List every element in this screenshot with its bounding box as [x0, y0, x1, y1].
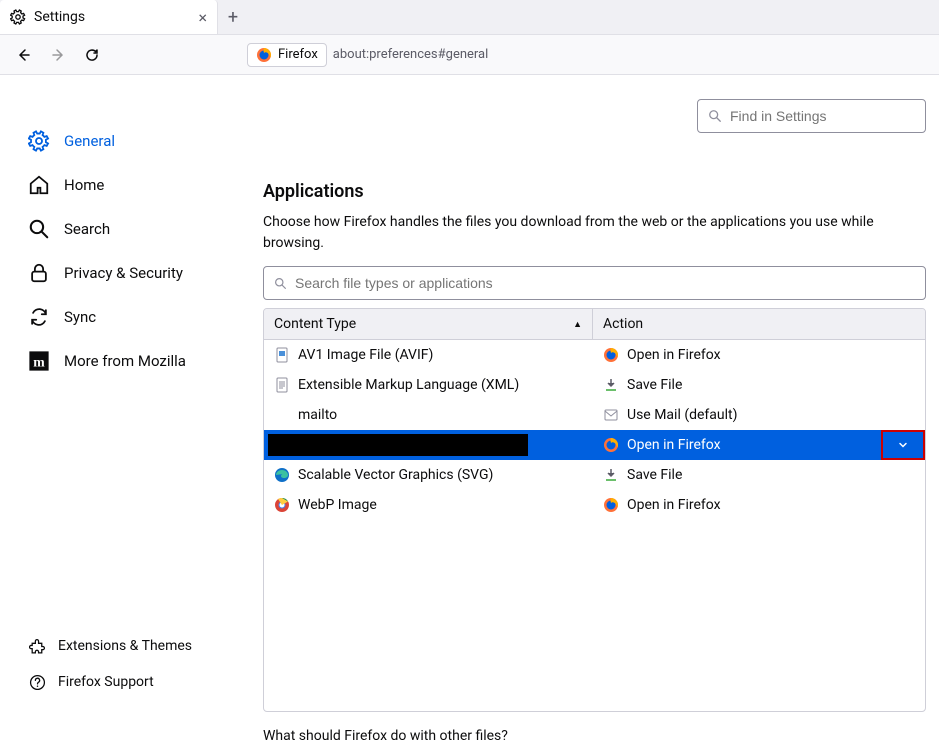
content-type-label: Scalable Vector Graphics (SVG)	[298, 467, 493, 483]
table-row[interactable]: Open in Firefox	[264, 430, 925, 460]
table-row[interactable]: mailto Use Mail (default)	[264, 400, 925, 430]
content-type-label: AV1 Image File (AVIF)	[298, 347, 433, 363]
column-header-action[interactable]: Action	[593, 309, 925, 339]
sort-ascending-icon: ▲	[573, 319, 582, 330]
action-label: Use Mail (default)	[627, 407, 738, 423]
search-icon	[28, 218, 50, 240]
edge-icon	[274, 467, 290, 483]
lock-icon	[28, 262, 50, 284]
search-icon	[274, 277, 287, 290]
table-row[interactable]: Extensible Markup Language (XML) Save Fi…	[264, 370, 925, 400]
find-in-settings[interactable]	[697, 99, 926, 133]
table-row[interactable]: WebP Image Open in Firefox	[264, 490, 925, 520]
applications-section: Applications Choose how Firefox handles …	[263, 181, 926, 747]
mail-icon	[603, 407, 619, 423]
sidebar-item-privacy[interactable]: Privacy & Security	[14, 252, 247, 294]
firefox-icon	[603, 347, 619, 363]
main: Applications Choose how Firefox handles …	[247, 75, 939, 723]
table-body: AV1 Image File (AVIF) Open in Firefox Ex…	[264, 340, 925, 520]
action-label: Save File	[627, 377, 682, 393]
help-icon	[28, 673, 46, 691]
identity-box[interactable]: Firefox	[247, 43, 327, 67]
column-label: Action	[603, 316, 643, 332]
file-icon	[274, 347, 290, 363]
sidebar-item-label: Extensions & Themes	[58, 638, 192, 654]
sidebar-item-label: Home	[64, 176, 104, 194]
reload-button[interactable]	[78, 41, 106, 69]
app-type-search[interactable]	[263, 266, 926, 300]
sidebar-item-home[interactable]: Home	[14, 164, 247, 206]
sidebar: General Home Search Privacy & Security	[0, 75, 247, 723]
action-label: Open in Firefox	[627, 347, 721, 363]
home-icon	[28, 174, 50, 196]
table-header: Content Type ▲ Action	[264, 309, 925, 340]
sidebar-footer: Extensions & Themes Firefox Support	[14, 629, 247, 699]
tab-title: Settings	[34, 9, 190, 25]
sidebar-item-search[interactable]: Search	[14, 208, 247, 250]
content-type-label: mailto	[298, 407, 337, 423]
gear-icon	[10, 9, 26, 25]
sidebar-item-more-mozilla[interactable]: m More from Mozilla	[14, 340, 247, 382]
file-icon	[274, 407, 290, 423]
section-description: Choose how Firefox handles the files you…	[263, 212, 926, 254]
nav-bar: Firefox about:preferences#general	[0, 35, 939, 75]
action-label: Open in Firefox	[627, 437, 721, 453]
action-label: Open in Firefox	[627, 497, 721, 513]
tab-bar: Settings × +	[0, 0, 939, 35]
sidebar-item-label: Firefox Support	[58, 674, 154, 690]
identity-label: Firefox	[278, 47, 318, 62]
download-icon	[603, 377, 619, 393]
content-type-label: WebP Image	[298, 497, 377, 513]
sidebar-item-label: More from Mozilla	[64, 352, 186, 370]
sidebar-item-support[interactable]: Firefox Support	[14, 665, 247, 699]
find-in-settings-input[interactable]	[730, 108, 915, 124]
download-icon	[603, 467, 619, 483]
mozilla-icon: m	[28, 350, 50, 372]
footer-question: What should Firefox do with other files?	[263, 726, 926, 747]
content-type-label: Extensible Markup Language (XML)	[298, 377, 519, 393]
puzzle-icon	[28, 637, 46, 655]
search-icon	[708, 109, 722, 123]
firefox-icon	[603, 437, 619, 453]
firefox-icon	[603, 497, 619, 513]
sync-icon	[28, 306, 50, 328]
applications-table: Content Type ▲ Action AV1 Image File (AV…	[263, 308, 926, 712]
table-row[interactable]: Scalable Vector Graphics (SVG) Save File	[264, 460, 925, 490]
svg-text:m: m	[33, 355, 45, 370]
app-type-search-input[interactable]	[295, 275, 915, 291]
column-header-content-type[interactable]: Content Type ▲	[264, 309, 593, 339]
sidebar-item-label: Search	[64, 220, 110, 238]
section-title: Applications	[263, 181, 926, 202]
forward-button[interactable]	[44, 41, 72, 69]
close-icon[interactable]: ×	[198, 8, 207, 27]
content-area: General Home Search Privacy & Security	[0, 75, 939, 723]
chrome-icon	[274, 497, 290, 513]
sidebar-item-extensions[interactable]: Extensions & Themes	[14, 629, 247, 663]
action-dropdown-button[interactable]	[881, 430, 925, 460]
new-tab-button[interactable]: +	[218, 7, 248, 28]
sidebar-item-label: General	[64, 132, 115, 150]
url-box: Firefox about:preferences#general	[247, 43, 488, 67]
sidebar-item-label: Sync	[64, 308, 96, 326]
gear-icon	[28, 130, 50, 152]
firefox-icon	[256, 47, 272, 63]
file-icon	[274, 377, 290, 393]
action-label: Save File	[627, 467, 682, 483]
sidebar-item-sync[interactable]: Sync	[14, 296, 247, 338]
column-label: Content Type	[274, 316, 356, 332]
sidebar-item-label: Privacy & Security	[64, 264, 183, 282]
sidebar-item-general[interactable]: General	[14, 120, 247, 162]
table-row[interactable]: AV1 Image File (AVIF) Open in Firefox	[264, 340, 925, 370]
browser-tab[interactable]: Settings ×	[0, 0, 218, 34]
url-text[interactable]: about:preferences#general	[333, 47, 489, 62]
back-button[interactable]	[10, 41, 38, 69]
sidebar-items: General Home Search Privacy & Security	[14, 120, 247, 382]
chevron-down-icon	[897, 439, 909, 451]
